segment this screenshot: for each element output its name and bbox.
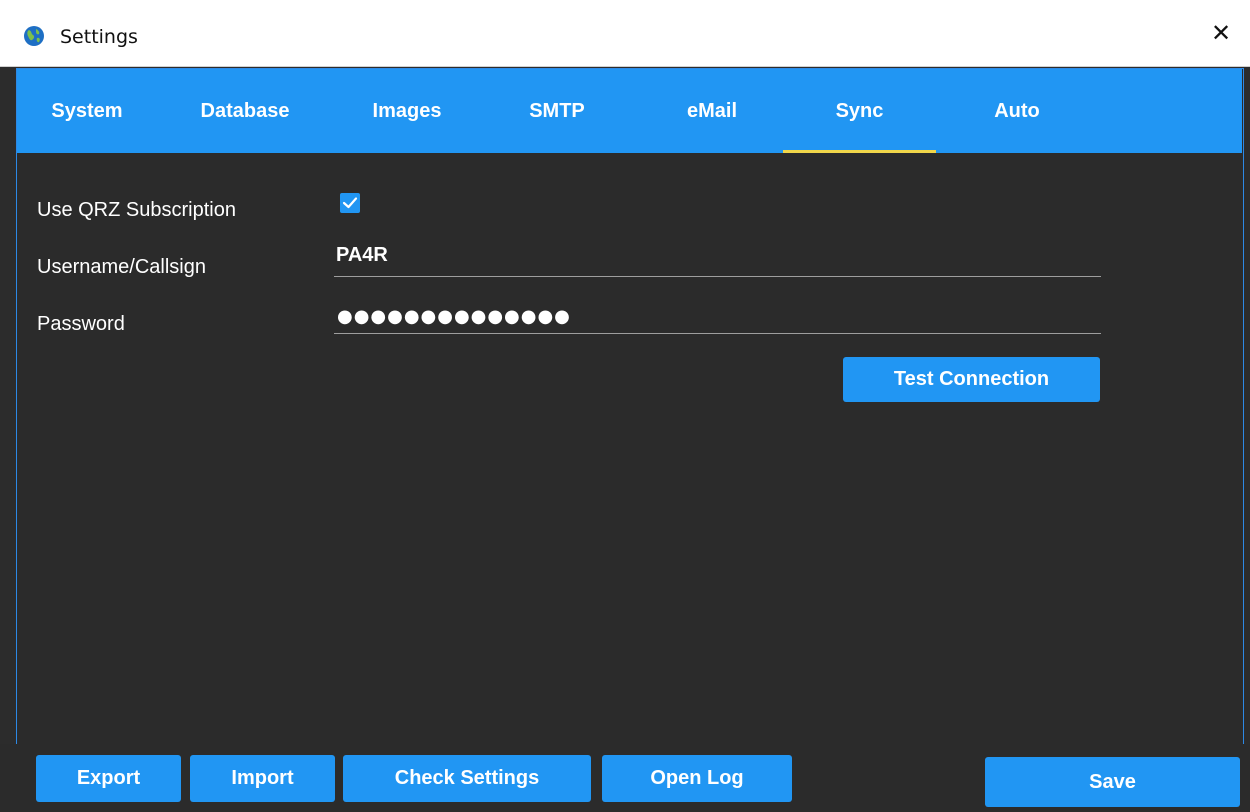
title-bar: Settings ✕: [0, 0, 1250, 67]
tab-auto[interactable]: Auto: [972, 69, 1062, 153]
settings-panel: [16, 68, 1244, 746]
globe-icon: [24, 26, 44, 46]
tab-images[interactable]: Images: [347, 69, 467, 153]
checkmark-icon: [342, 197, 358, 209]
password-field[interactable]: ●●●●●●●●●●●●●●: [337, 306, 571, 327]
password-label: Password: [37, 313, 125, 335]
export-button[interactable]: Export: [36, 755, 181, 802]
close-icon: ✕: [1210, 19, 1232, 47]
tab-sync[interactable]: Sync: [783, 69, 936, 153]
test-connection-button[interactable]: Test Connection: [843, 357, 1100, 402]
username-label: Username/Callsign: [37, 256, 206, 278]
save-button[interactable]: Save: [985, 757, 1240, 807]
tab-smtp[interactable]: SMTP: [507, 69, 607, 153]
username-underline: [334, 276, 1101, 277]
use-qrz-checkbox[interactable]: [340, 193, 360, 213]
close-button[interactable]: ✕: [1192, 0, 1250, 66]
tab-bar: System Database Images SMTP eMail Sync A…: [17, 69, 1242, 153]
window-title: Settings: [60, 26, 138, 48]
tab-system[interactable]: System: [37, 69, 137, 153]
check-settings-button[interactable]: Check Settings: [343, 755, 591, 802]
password-underline: [334, 333, 1101, 334]
tab-email[interactable]: eMail: [657, 69, 767, 153]
username-field[interactable]: PA4R: [336, 244, 388, 267]
tab-database[interactable]: Database: [180, 69, 310, 153]
use-qrz-label: Use QRZ Subscription: [37, 199, 236, 221]
import-button[interactable]: Import: [190, 755, 335, 802]
open-log-button[interactable]: Open Log: [602, 755, 792, 802]
